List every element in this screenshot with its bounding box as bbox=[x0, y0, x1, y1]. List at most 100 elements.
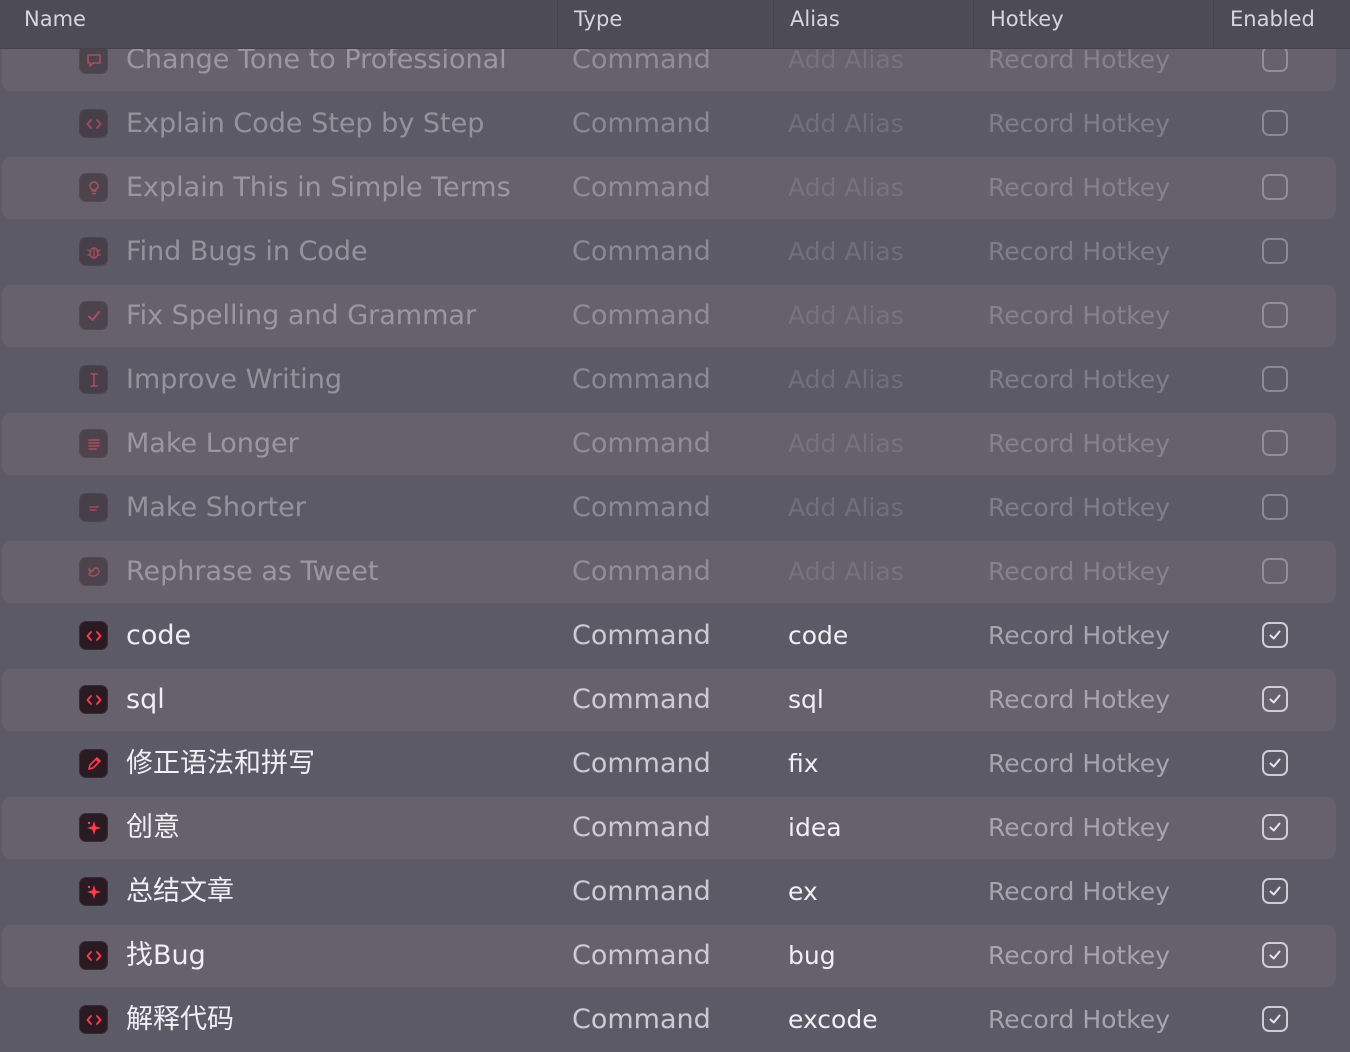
record-hotkey-button[interactable]: Record Hotkey bbox=[988, 284, 1170, 348]
enabled-checkbox[interactable] bbox=[1262, 814, 1288, 840]
alias-field[interactable]: Add Alias bbox=[788, 284, 904, 348]
column-header-hotkey[interactable]: Hotkey bbox=[973, 0, 1213, 48]
record-hotkey-button[interactable]: Record Hotkey bbox=[988, 924, 1170, 988]
enabled-checkbox[interactable] bbox=[1262, 622, 1288, 648]
bird-icon bbox=[79, 557, 108, 586]
alias-field[interactable]: excode bbox=[788, 988, 878, 1052]
column-header-enabled[interactable]: Enabled bbox=[1213, 0, 1350, 48]
command-type: Command bbox=[572, 492, 711, 523]
enabled-checkbox[interactable] bbox=[1262, 942, 1288, 968]
text-lines-icon bbox=[79, 429, 108, 458]
alias-field[interactable]: Add Alias bbox=[788, 412, 904, 476]
command-name: 总结文章 bbox=[126, 876, 234, 907]
alias-field[interactable]: fix bbox=[788, 732, 819, 796]
alias-field[interactable]: idea bbox=[788, 796, 842, 860]
alias-field[interactable]: bug bbox=[788, 924, 836, 988]
record-hotkey-button[interactable]: Record Hotkey bbox=[988, 668, 1170, 732]
table-row[interactable]: 创意 Command idea Record Hotkey bbox=[0, 796, 1350, 860]
enabled-checkbox[interactable] bbox=[1262, 1006, 1288, 1032]
enabled-checkbox[interactable] bbox=[1262, 110, 1288, 136]
table-row[interactable]: Explain This in Simple Terms Command Add… bbox=[0, 156, 1350, 220]
table-row[interactable]: 解释代码 Command excode Record Hotkey bbox=[0, 988, 1350, 1052]
code-brackets-icon bbox=[79, 941, 108, 970]
record-hotkey-button[interactable]: Record Hotkey bbox=[988, 476, 1170, 540]
command-type: Command bbox=[572, 556, 711, 587]
record-hotkey-button[interactable]: Record Hotkey bbox=[988, 796, 1170, 860]
command-name: Fix Spelling and Grammar bbox=[126, 300, 477, 331]
enabled-checkbox[interactable] bbox=[1262, 302, 1288, 328]
command-type: Command bbox=[572, 1004, 711, 1035]
alias-field[interactable]: Add Alias bbox=[788, 540, 904, 604]
table-row[interactable]: Fix Spelling and Grammar Command Add Ali… bbox=[0, 284, 1350, 348]
speech-bubble-icon bbox=[79, 45, 108, 74]
pencil-icon bbox=[79, 749, 108, 778]
column-header-type[interactable]: Type bbox=[557, 0, 773, 48]
command-name: Make Longer bbox=[126, 428, 299, 459]
record-hotkey-button[interactable]: Record Hotkey bbox=[988, 988, 1170, 1052]
record-hotkey-button[interactable]: Record Hotkey bbox=[988, 604, 1170, 668]
command-type: Command bbox=[572, 940, 711, 971]
enabled-checkbox[interactable] bbox=[1262, 686, 1288, 712]
sparkle-icon bbox=[79, 813, 108, 842]
record-hotkey-button[interactable]: Record Hotkey bbox=[988, 540, 1170, 604]
enabled-checkbox[interactable] bbox=[1262, 494, 1288, 520]
alias-field[interactable]: Add Alias bbox=[788, 92, 904, 156]
command-name: 解释代码 bbox=[126, 1004, 234, 1035]
command-name: 找Bug bbox=[126, 940, 206, 971]
code-brackets-icon bbox=[79, 109, 108, 138]
enabled-checkbox[interactable] bbox=[1262, 558, 1288, 584]
code-brackets-icon bbox=[79, 1005, 108, 1034]
alias-field[interactable]: sql bbox=[788, 668, 824, 732]
command-type: Command bbox=[572, 684, 711, 715]
enabled-checkbox[interactable] bbox=[1262, 430, 1288, 456]
record-hotkey-button[interactable]: Record Hotkey bbox=[988, 860, 1170, 924]
table-row[interactable]: 修正语法和拼写 Command fix Record Hotkey bbox=[0, 732, 1350, 796]
alias-field[interactable]: Add Alias bbox=[788, 476, 904, 540]
table-row[interactable]: 总结文章 Command ex Record Hotkey bbox=[0, 860, 1350, 924]
table-row[interactable]: Explain Code Step by Step Command Add Al… bbox=[0, 92, 1350, 156]
sparkle-icon bbox=[79, 877, 108, 906]
alias-field[interactable]: Add Alias bbox=[788, 348, 904, 412]
table-row[interactable]: Improve Writing Command Add Alias Record… bbox=[0, 348, 1350, 412]
record-hotkey-button[interactable]: Record Hotkey bbox=[988, 412, 1170, 476]
command-name: sql bbox=[126, 684, 165, 715]
code-brackets-icon bbox=[79, 685, 108, 714]
command-type: Command bbox=[572, 812, 711, 843]
table-row[interactable]: Rephrase as Tweet Command Add Alias Reco… bbox=[0, 540, 1350, 604]
alias-field[interactable]: code bbox=[788, 604, 848, 668]
record-hotkey-button[interactable]: Record Hotkey bbox=[988, 92, 1170, 156]
command-type: Command bbox=[572, 172, 711, 203]
command-name: 创意 bbox=[126, 812, 180, 843]
alias-field[interactable]: ex bbox=[788, 860, 818, 924]
table-row[interactable]: 找Bug Command bug Record Hotkey bbox=[0, 924, 1350, 988]
command-name: 修正语法和拼写 bbox=[126, 748, 315, 779]
command-name: code bbox=[126, 620, 192, 651]
alias-field[interactable]: Add Alias bbox=[788, 220, 904, 284]
table-row[interactable]: sql Command sql Record Hotkey bbox=[0, 668, 1350, 732]
command-name: Improve Writing bbox=[126, 364, 343, 395]
command-name: Find Bugs in Code bbox=[126, 236, 368, 267]
column-header-name[interactable]: Name bbox=[0, 0, 557, 48]
enabled-checkbox[interactable] bbox=[1262, 750, 1288, 776]
bug-icon bbox=[79, 237, 108, 266]
record-hotkey-button[interactable]: Record Hotkey bbox=[988, 156, 1170, 220]
enabled-checkbox[interactable] bbox=[1262, 174, 1288, 200]
enabled-checkbox[interactable] bbox=[1262, 878, 1288, 904]
record-hotkey-button[interactable]: Record Hotkey bbox=[988, 220, 1170, 284]
table-row[interactable]: Make Longer Command Add Alias Record Hot… bbox=[0, 412, 1350, 476]
enabled-checkbox[interactable] bbox=[1262, 46, 1288, 72]
record-hotkey-button[interactable]: Record Hotkey bbox=[988, 348, 1170, 412]
record-hotkey-button[interactable]: Record Hotkey bbox=[988, 732, 1170, 796]
command-name: Explain This in Simple Terms bbox=[126, 172, 511, 203]
enabled-checkbox[interactable] bbox=[1262, 238, 1288, 264]
table-row[interactable]: Find Bugs in Code Command Add Alias Reco… bbox=[0, 220, 1350, 284]
table-row[interactable]: code Command code Record Hotkey bbox=[0, 604, 1350, 668]
table-row[interactable]: Make Shorter Command Add Alias Record Ho… bbox=[0, 476, 1350, 540]
enabled-checkbox[interactable] bbox=[1262, 366, 1288, 392]
text-cursor-icon bbox=[79, 365, 108, 394]
command-type: Command bbox=[572, 300, 711, 331]
alias-field[interactable]: Add Alias bbox=[788, 156, 904, 220]
column-header-alias[interactable]: Alias bbox=[773, 0, 973, 48]
command-type: Command bbox=[572, 876, 711, 907]
command-type: Command bbox=[572, 236, 711, 267]
